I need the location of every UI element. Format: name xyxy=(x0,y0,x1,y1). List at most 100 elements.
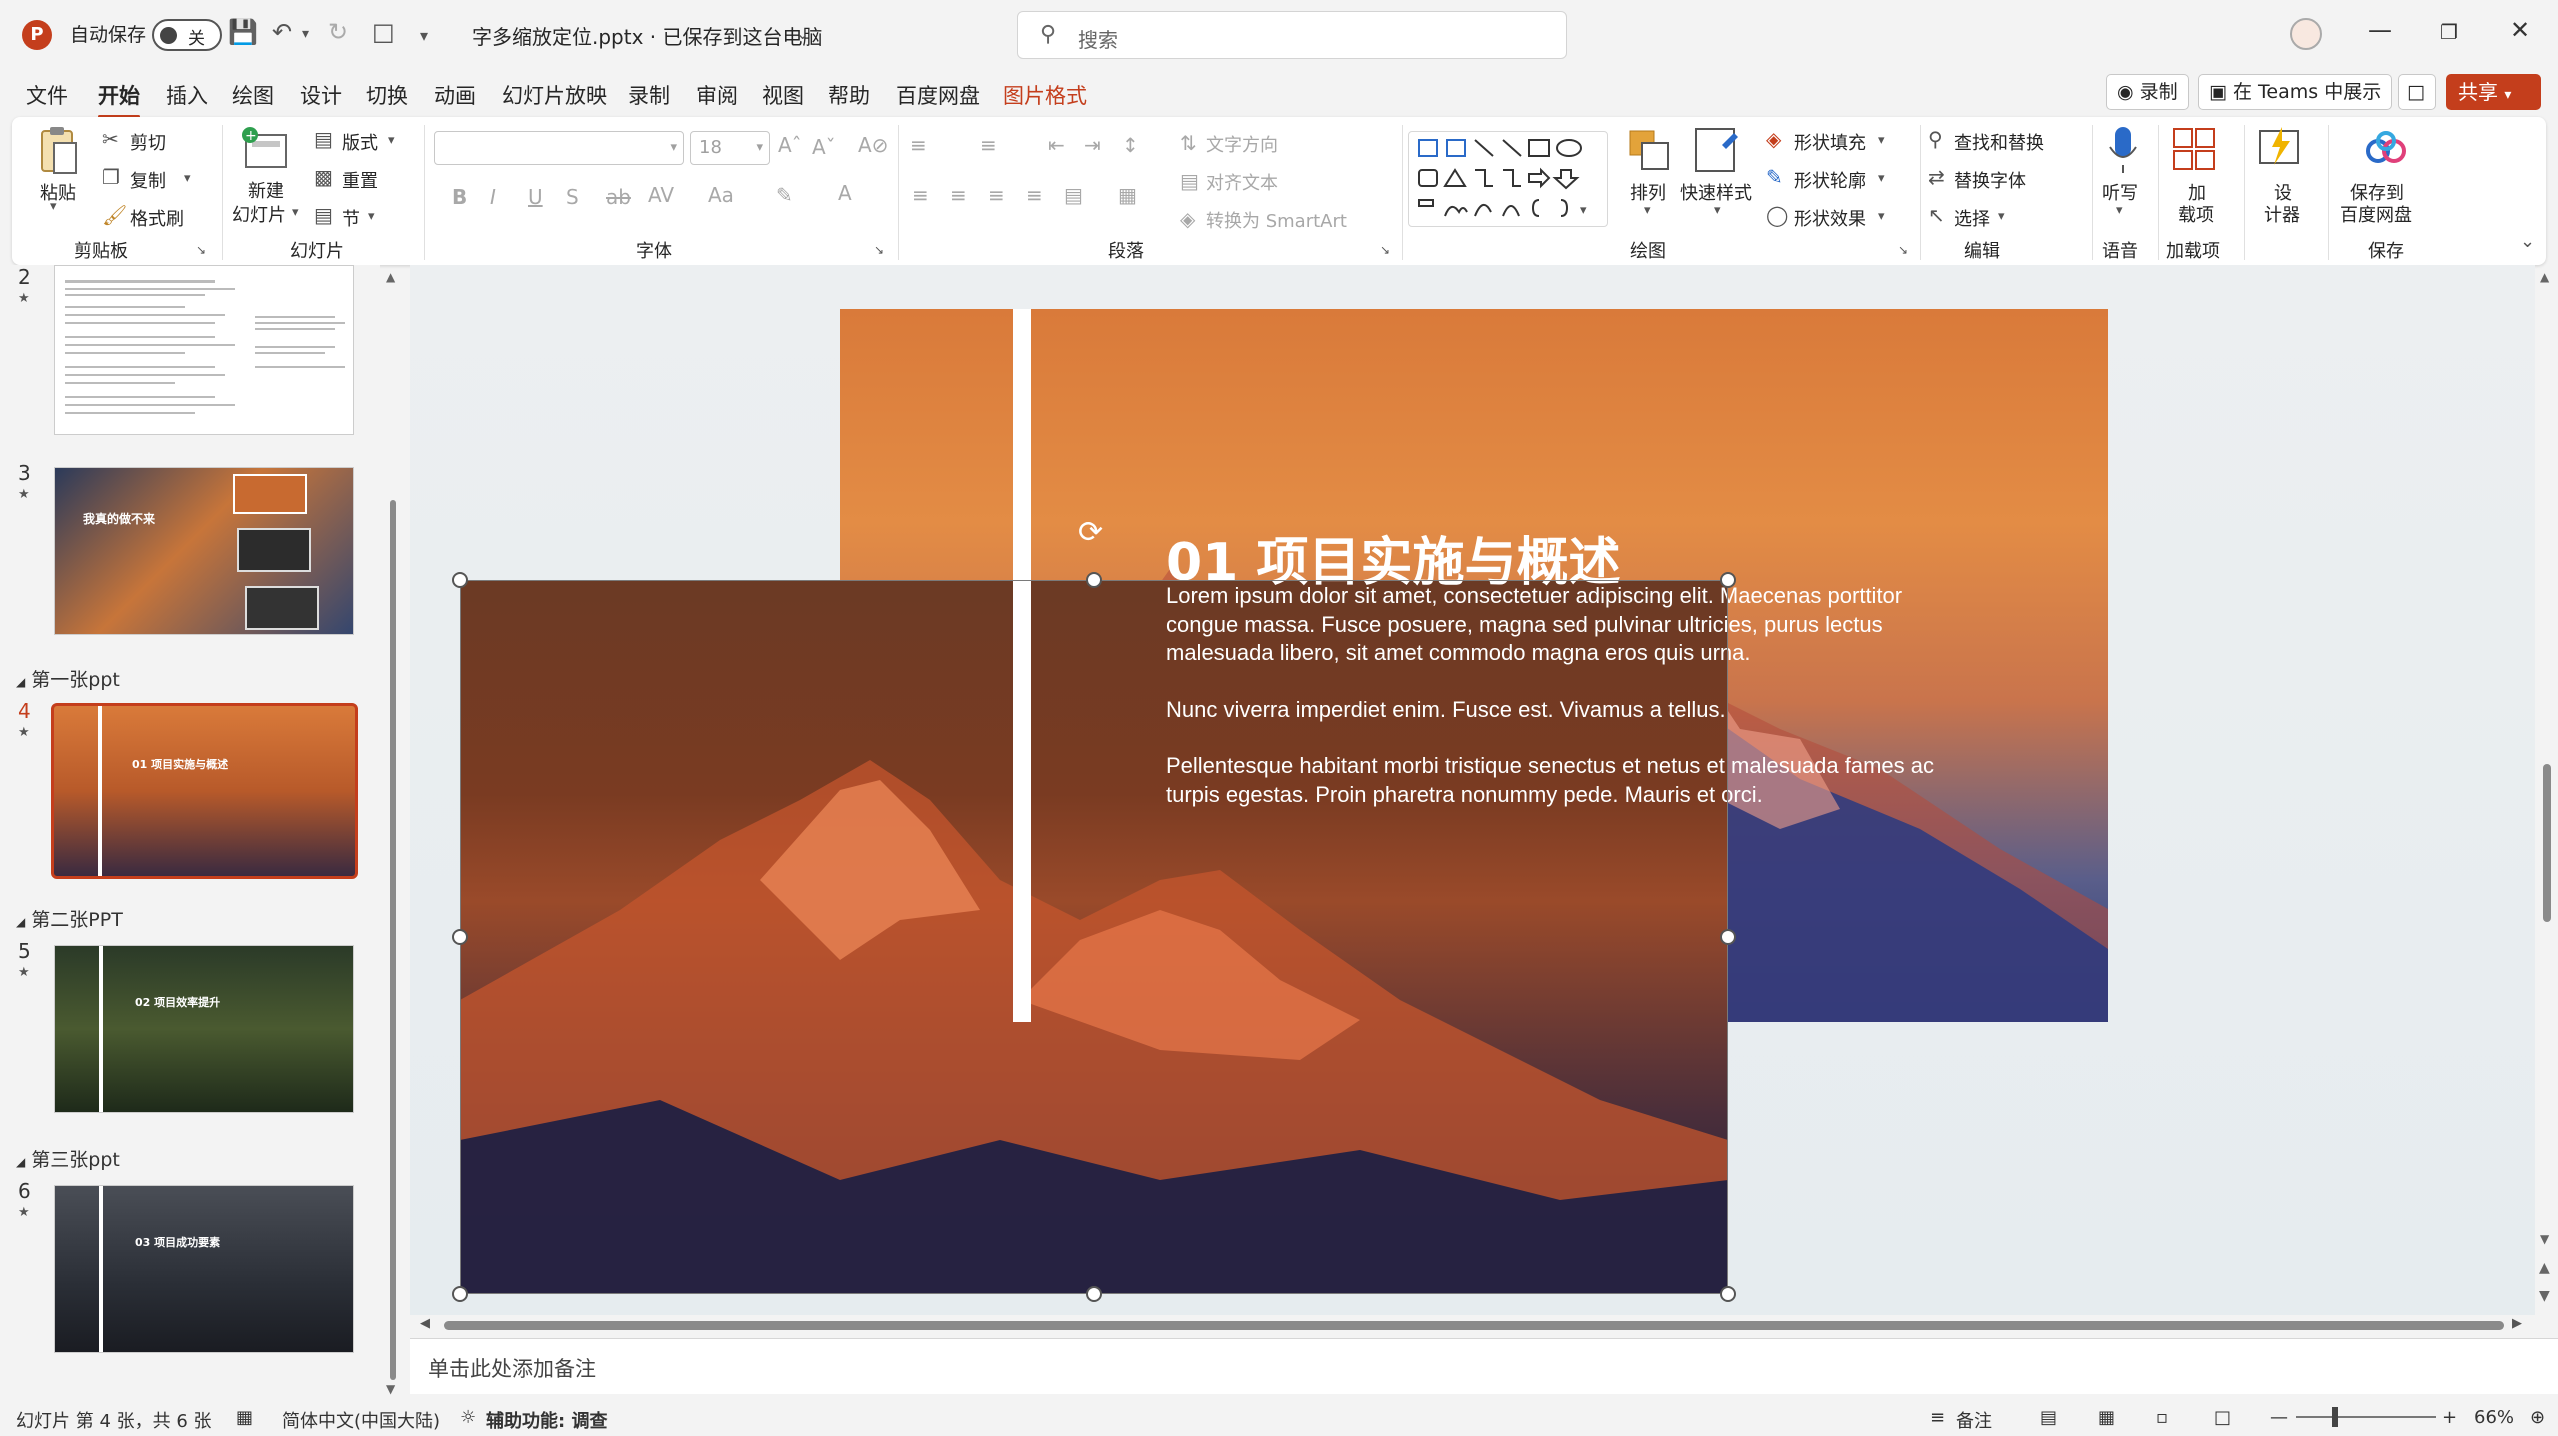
text-direction-icon[interactable]: ⇅ xyxy=(1180,131,1197,155)
rotate-handle-icon[interactable]: ⟳ xyxy=(1078,515,1103,550)
teams-present-button[interactable]: ▣ 在 Teams 中展示 xyxy=(2198,74,2393,110)
autosave-toggle[interactable]: 关 xyxy=(152,19,222,51)
paste-icon[interactable] xyxy=(38,125,78,179)
paste-label[interactable]: 粘贴 xyxy=(40,179,76,205)
notes-icon[interactable]: ≡ xyxy=(1930,1407,1945,1428)
zoom-out-icon[interactable]: — xyxy=(2270,1407,2288,1428)
normal-view-icon[interactable]: ▤ xyxy=(2040,1407,2057,1428)
scroll-right-icon[interactable]: ▶ xyxy=(2512,1316,2522,1331)
avatar[interactable] xyxy=(2290,18,2322,50)
addins-icon[interactable] xyxy=(2172,127,2216,173)
font-name-combo[interactable]: ▾ xyxy=(434,131,684,165)
copy-dropdown-icon[interactable]: ▾ xyxy=(184,171,191,186)
align-text-icon[interactable]: ▤ xyxy=(1180,169,1199,193)
share-button[interactable]: 共享 ▾ xyxy=(2446,74,2541,110)
tab-draw[interactable]: 绘图 xyxy=(232,80,274,110)
resize-handle-e[interactable] xyxy=(1720,929,1736,945)
addins-label-2[interactable]: 载项 xyxy=(2178,201,2214,227)
new-slide-label-1[interactable]: 新建 xyxy=(248,177,284,203)
clear-format-icon[interactable]: A⊘ xyxy=(858,133,888,157)
shape-effects-dropdown-icon[interactable]: ▾ xyxy=(1878,209,1885,224)
scroll-thumb[interactable] xyxy=(2543,764,2551,922)
layout-dropdown-icon[interactable]: ▾ xyxy=(388,133,395,148)
fit-to-window-icon[interactable]: ⊕ xyxy=(2530,1407,2545,1428)
layout-icon[interactable]: ▤ xyxy=(314,127,333,151)
scroll-thumb[interactable] xyxy=(390,500,396,1380)
italic-icon[interactable]: I xyxy=(490,185,496,209)
resize-handle-se[interactable] xyxy=(1720,1286,1736,1302)
arrange-dropdown-icon[interactable]: ▾ xyxy=(1644,203,1651,218)
tab-insert[interactable]: 插入 xyxy=(166,80,208,110)
new-slide-dropdown-icon[interactable]: ▾ xyxy=(292,205,299,220)
replace-font-label[interactable]: 替换字体 xyxy=(1954,167,2026,193)
tab-baidu[interactable]: 百度网盘 xyxy=(896,80,980,110)
tab-slideshow[interactable]: 幻灯片放映 xyxy=(502,80,607,110)
new-slide-icon[interactable]: + xyxy=(240,125,292,177)
thumbnail-scrollbar[interactable]: ▲ ▼ xyxy=(386,270,400,1396)
present-icon[interactable]: □ xyxy=(372,18,395,46)
zoom-level[interactable]: 66% xyxy=(2474,1407,2514,1428)
resize-handle-sw[interactable] xyxy=(452,1286,468,1302)
zoom-slider[interactable] xyxy=(2296,1407,2436,1427)
tab-view[interactable]: 视图 xyxy=(762,80,804,110)
section-header-3[interactable]: ◢ 第三张ppt xyxy=(16,1145,120,1172)
change-case-icon[interactable]: Aa xyxy=(708,183,734,207)
dictate-label[interactable]: 听写 xyxy=(2102,179,2138,205)
zoom-slider-thumb[interactable] xyxy=(2332,1407,2338,1427)
cut-label[interactable]: 剪切 xyxy=(130,129,166,155)
record-button[interactable]: ◉ 录制 xyxy=(2106,74,2189,110)
accessibility-status[interactable]: 辅助功能: 调查 xyxy=(486,1407,607,1433)
notes-toggle[interactable]: 备注 xyxy=(1956,1407,1992,1433)
shape-outline-icon[interactable]: ✎ xyxy=(1766,165,1783,189)
accessibility-icon[interactable]: ☼ xyxy=(460,1407,476,1428)
new-slide-label-2[interactable]: 幻灯片 xyxy=(232,201,286,227)
drawing-launcher-icon[interactable]: ↘ xyxy=(1898,243,1908,257)
grow-font-icon[interactable]: Aˆ xyxy=(778,133,802,157)
distributed-icon[interactable]: ▤ xyxy=(1064,183,1083,207)
scroll-thumb[interactable] xyxy=(444,1321,2504,1330)
quick-styles-icon[interactable] xyxy=(1692,125,1742,177)
spellcheck-icon[interactable]: ▦ xyxy=(236,1407,253,1428)
clipboard-launcher-icon[interactable]: ↘ xyxy=(196,243,206,257)
shape-fill-dropdown-icon[interactable]: ▾ xyxy=(1878,133,1885,148)
align-left-icon[interactable]: ≡ xyxy=(912,183,929,207)
arrange-label[interactable]: 排列 xyxy=(1630,179,1666,205)
align-text-label[interactable]: 对齐文本 xyxy=(1206,169,1278,195)
select-icon[interactable]: ↖ xyxy=(1928,203,1945,227)
paste-dropdown-icon[interactable]: ▾ xyxy=(50,199,57,214)
tab-home[interactable]: 开始 xyxy=(98,80,140,118)
increase-indent-icon[interactable]: ⇥ xyxy=(1084,133,1101,157)
slide-thumbnail-6[interactable]: 03 项目成功要素 xyxy=(54,1185,354,1353)
resize-handle-nw[interactable] xyxy=(452,572,468,588)
reset-icon[interactable]: ▩ xyxy=(314,165,333,189)
zoom-in-icon[interactable]: + xyxy=(2442,1407,2457,1428)
comments-button[interactable]: □ xyxy=(2398,74,2436,110)
save-icon[interactable]: 💾 xyxy=(228,18,258,46)
shape-outline-label[interactable]: 形状轮廓 xyxy=(1794,167,1866,193)
char-spacing-icon[interactable]: AV xyxy=(648,183,674,207)
shadow-icon[interactable]: S xyxy=(566,185,579,209)
minimize-icon[interactable]: — xyxy=(2368,16,2392,44)
tab-record[interactable]: 录制 xyxy=(628,80,670,110)
smartart-icon[interactable]: ◈ xyxy=(1180,207,1195,231)
scroll-up-icon[interactable]: ▲ xyxy=(2540,270,2549,284)
language-indicator[interactable]: 简体中文(中国大陆) xyxy=(282,1407,440,1433)
restore-icon[interactable]: ❐ xyxy=(2440,20,2458,44)
shape-fill-icon[interactable]: ◈ xyxy=(1766,127,1781,151)
format-painter-label[interactable]: 格式刷 xyxy=(130,205,184,231)
tab-help[interactable]: 帮助 xyxy=(828,80,870,110)
layout-label[interactable]: 版式 xyxy=(342,129,378,155)
columns-icon[interactable]: ▦ xyxy=(1118,183,1137,207)
title-chevron-icon[interactable]: ⌄ xyxy=(796,24,809,43)
vertical-scrollbar[interactable]: ▲ ▼ ▲ ▼ xyxy=(2537,270,2557,1315)
underline-icon[interactable]: U xyxy=(528,185,543,209)
document-title[interactable]: 字多缩放定位.pptx · 已保存到这台电脑 xyxy=(472,21,823,50)
slide-thumbnail-4[interactable]: 01 项目实施与概述 xyxy=(51,703,358,879)
section-dropdown-icon[interactable]: ▾ xyxy=(368,209,375,224)
scroll-down-icon[interactable]: ▼ xyxy=(2540,1232,2549,1246)
resize-handle-w[interactable] xyxy=(452,929,468,945)
section-icon[interactable]: ▤ xyxy=(314,203,333,227)
line-spacing-icon[interactable]: ↕ xyxy=(1122,133,1139,157)
cut-icon[interactable]: ✂ xyxy=(102,127,119,151)
font-size-combo[interactable]: 18 ▾ xyxy=(690,131,770,165)
